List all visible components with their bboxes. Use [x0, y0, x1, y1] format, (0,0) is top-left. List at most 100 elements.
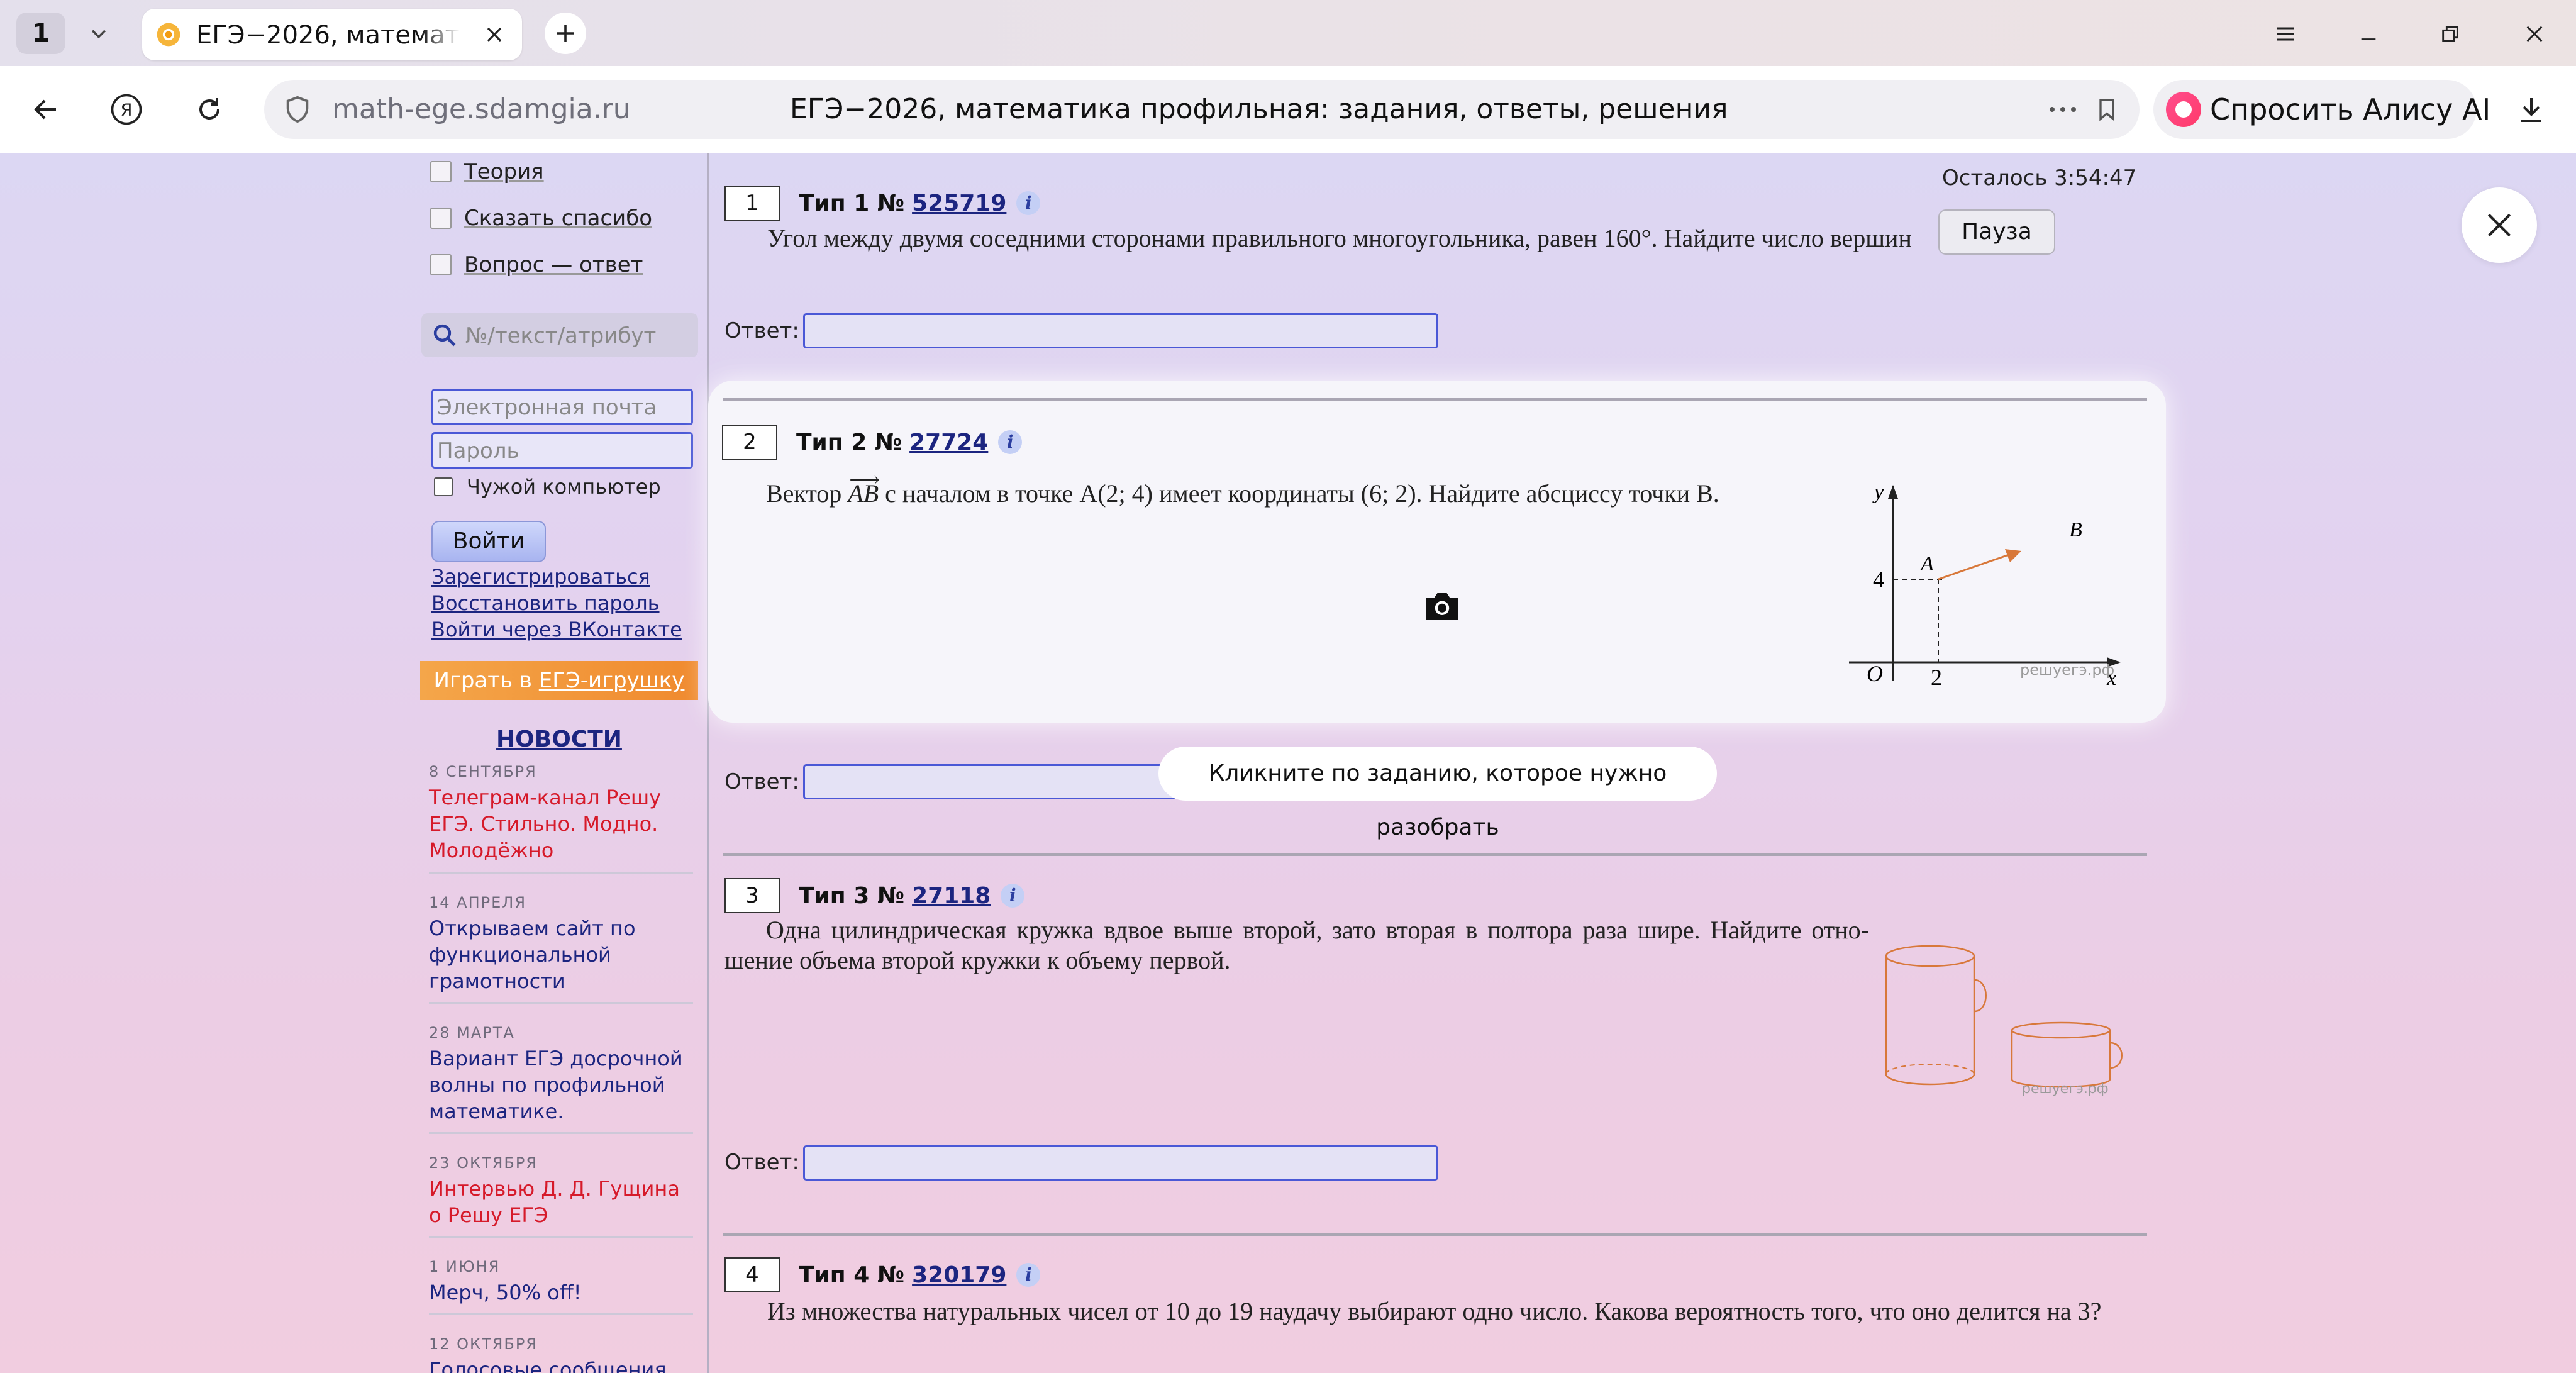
- plus-icon: [557, 25, 574, 42]
- bookmark-icon[interactable]: [2091, 94, 2123, 125]
- news-text[interactable]: Телеграм-канал Решу ЕГЭ. Стильно. Модно.…: [429, 784, 693, 864]
- task-text-part: Вектор: [766, 479, 842, 508]
- register-link[interactable]: Зарегистрироваться: [431, 565, 650, 589]
- menu-icon[interactable]: [2267, 15, 2304, 53]
- overlay-close-button[interactable]: [2462, 187, 2537, 263]
- news-text[interactable]: Интервью Д. Д. Гущина о Решу ЕГЭ: [429, 1176, 693, 1228]
- task-id-link[interactable]: 525719: [912, 191, 1006, 216]
- task-text-1: Угол между двумя соседними сторонами пра…: [767, 224, 1912, 252]
- tab-active[interactable]: ЕГЭ−2026, математика профильная: задания…: [142, 9, 522, 60]
- divider: [429, 1132, 693, 1134]
- news-header[interactable]: НОВОСТИ: [420, 726, 698, 752]
- sidebar-item-theory[interactable]: Теория: [430, 159, 544, 184]
- checkbox-icon: [430, 208, 452, 229]
- news-item[interactable]: 23 ОКТЯБРЯ Интервью Д. Д. Гущина о Решу …: [429, 1154, 693, 1228]
- tab-list-button[interactable]: [77, 13, 121, 54]
- info-icon[interactable]: i: [998, 430, 1023, 454]
- back-icon[interactable]: [24, 87, 68, 131]
- sidebar-item-thanks[interactable]: Сказать спасибо: [430, 206, 652, 231]
- checkbox-icon: [430, 161, 452, 182]
- alice-icon: [2166, 92, 2201, 127]
- news-item[interactable]: 14 АПРЕЛЯ Открываем сайт по функциональн…: [429, 894, 693, 994]
- url-domain: math-ege.sdamgia.ru: [332, 93, 631, 125]
- news-date: 12 ОКТЯБРЯ: [429, 1335, 538, 1353]
- info-icon[interactable]: i: [1016, 1263, 1041, 1287]
- yandex-icon[interactable]: Я: [104, 87, 148, 131]
- news-text[interactable]: Открываем сайт по функциональной грамотн…: [429, 915, 693, 994]
- answer-label: Ответ:: [724, 1150, 799, 1175]
- game-link[interactable]: ЕГЭ-игрушку: [539, 668, 685, 693]
- point-b-label: B: [2069, 518, 2082, 542]
- task-number: 4: [724, 1257, 780, 1292]
- news-text[interactable]: Голосовые сообщения на: [429, 1357, 693, 1373]
- sidebar: Теория Сказать спасибо Вопрос — ответ №/…: [420, 153, 698, 1373]
- checkbox-label: Чужой компьютер: [467, 475, 661, 499]
- info-icon[interactable]: i: [1001, 884, 1025, 908]
- answer-input-1[interactable]: [803, 313, 1438, 348]
- restore-icon[interactable]: [2431, 15, 2469, 53]
- tab-close-icon[interactable]: [480, 21, 508, 48]
- download-icon[interactable]: [2509, 87, 2553, 131]
- password-field[interactable]: Пароль: [431, 432, 693, 469]
- tick-label-2: 2: [1931, 665, 1942, 690]
- restore-password-link[interactable]: Восстановить пароль: [431, 591, 660, 615]
- task-header-4: 4 Тип 4 № 320179 i: [724, 1257, 1041, 1292]
- task-header-2: 2 Тип 2 № 27724 i: [722, 425, 1023, 460]
- news-date: 14 АПРЕЛЯ: [429, 894, 526, 911]
- task-separator: [723, 1233, 2147, 1236]
- origin-label: O: [1867, 661, 1883, 686]
- login-button[interactable]: Войти: [431, 521, 546, 562]
- info-icon[interactable]: i: [1016, 191, 1041, 215]
- task-header-3: 3 Тип 3 № 27118 i: [724, 878, 1025, 913]
- more-icon[interactable]: [2044, 94, 2082, 125]
- task-separator: [723, 398, 2147, 401]
- vector-notation: ⟶ AB: [848, 469, 880, 508]
- news-item[interactable]: 1 ИЮНЯ Мерч, 50% off!: [429, 1258, 693, 1306]
- window-close-icon[interactable]: [2516, 15, 2553, 53]
- vk-login-link[interactable]: Войти через ВКонтакте: [431, 618, 682, 642]
- alice-button[interactable]: Спросить Алису AI: [2153, 80, 2490, 139]
- sidebar-item-label: Вопрос — ответ: [464, 252, 643, 277]
- sidebar-item-label: Сказать спасибо: [464, 206, 652, 231]
- game-banner-prefix: Играть в: [433, 668, 532, 693]
- tab-count-button[interactable]: 1: [16, 13, 65, 54]
- search-placeholder: №/текст/атрибут: [465, 323, 657, 348]
- checkbox-icon: [434, 477, 453, 496]
- shield-icon: [286, 96, 309, 123]
- news-date: 23 ОКТЯБРЯ: [429, 1154, 538, 1172]
- news-item[interactable]: 8 СЕНТЯБРЯ Телеграм-канал Решу ЕГЭ. Стил…: [429, 763, 693, 864]
- answer-label: Ответ:: [724, 318, 799, 343]
- news-text[interactable]: Вариант ЕГЭ досрочной волны по профильно…: [429, 1045, 693, 1125]
- pause-button[interactable]: Пауза: [1938, 209, 2055, 255]
- news-item[interactable]: 28 МАРТА Вариант ЕГЭ досрочной волны по …: [429, 1024, 693, 1125]
- search-input[interactable]: №/текст/атрибут: [421, 313, 698, 357]
- task-number: 3: [724, 878, 780, 913]
- chevron-down-icon: [91, 30, 106, 39]
- news-item[interactable]: 12 ОКТЯБРЯ Голосовые сообщения на: [429, 1335, 693, 1373]
- sidebar-item-qa[interactable]: Вопрос — ответ: [430, 252, 643, 277]
- task-id-link[interactable]: 320179: [912, 1262, 1006, 1288]
- task-separator: [723, 853, 2147, 856]
- reload-icon[interactable]: [187, 87, 231, 131]
- point-a-label: A: [1919, 552, 1934, 575]
- answer-input-3[interactable]: [803, 1145, 1438, 1181]
- email-field[interactable]: Электронная почта: [431, 389, 693, 425]
- tick-label-4: 4: [1873, 567, 1884, 592]
- news-date: 8 СЕНТЯБРЯ: [429, 763, 537, 781]
- foreign-computer-checkbox[interactable]: Чужой компьютер: [434, 475, 661, 499]
- game-banner[interactable]: Играть в ЕГЭ-игрушку: [420, 661, 698, 700]
- tab-bar: 1 ЕГЭ−2026, математика профильная: задан…: [0, 0, 2576, 66]
- favicon-icon: [157, 23, 180, 47]
- task-id-link[interactable]: 27724: [909, 430, 988, 455]
- watermark: решуегэ.рф: [2022, 1081, 2109, 1097]
- checkbox-icon: [430, 254, 452, 275]
- task-id-link[interactable]: 27118: [912, 883, 991, 909]
- divider: [429, 872, 693, 874]
- new-tab-button[interactable]: [545, 13, 586, 54]
- divider: [429, 1236, 693, 1238]
- url-field[interactable]: math-ege.sdamgia.ru ЕГЭ−2026, математика…: [264, 80, 2140, 139]
- tab-title: ЕГЭ−2026, математика профильная: задания…: [196, 21, 460, 50]
- news-text[interactable]: Мерч, 50% off!: [429, 1279, 693, 1306]
- minimize-icon[interactable]: [2350, 15, 2387, 53]
- svg-text:Я: Я: [121, 101, 133, 120]
